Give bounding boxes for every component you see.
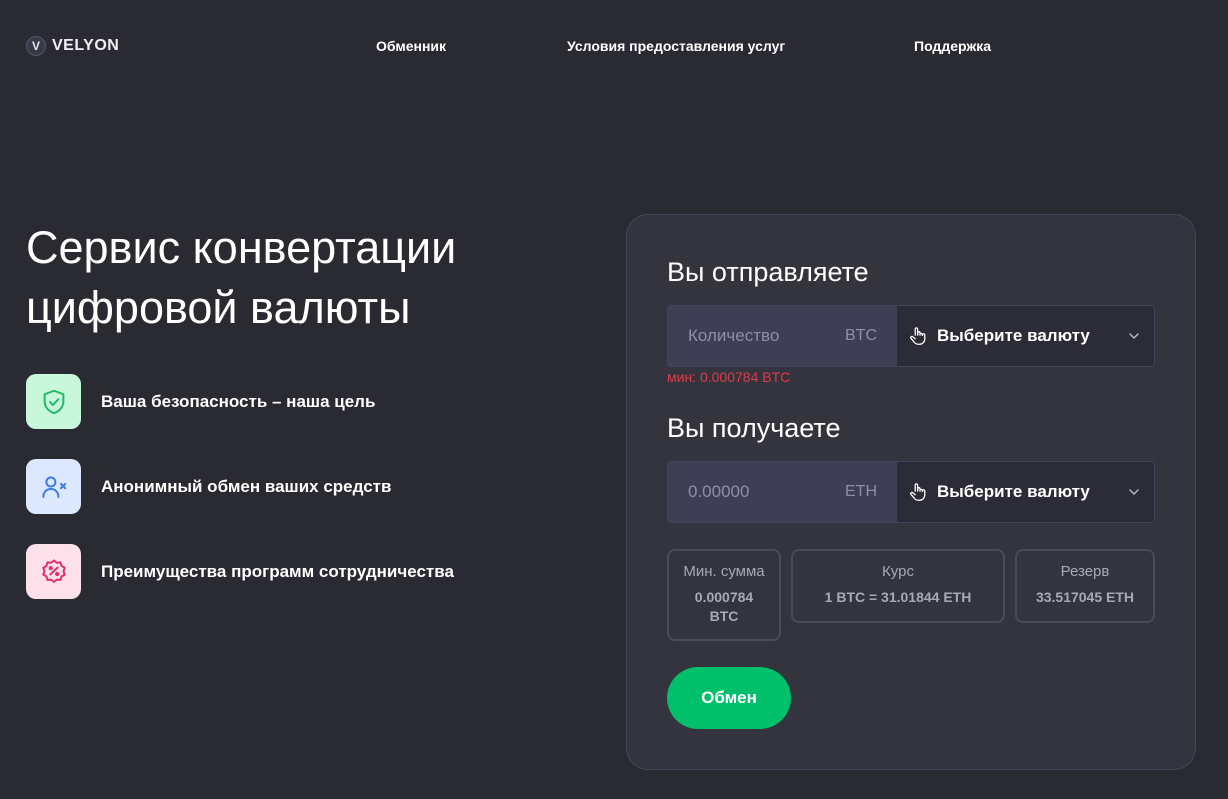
hero-title: Сервис конвертации цифровой валюты [26,218,586,338]
nav-terms[interactable]: Условия предоставления услуг [567,38,785,54]
send-field: Количество BTC Выберите валюту [667,305,1155,367]
min-sum-box: Мин. сумма 0.000784 BTC [667,549,781,641]
logo-mark-icon: V [26,36,46,56]
receive-ticker: ETH [845,483,877,500]
nav-exchanger[interactable]: Обменник [376,38,446,54]
nav-support[interactable]: Поддержка [914,38,991,54]
logo[interactable]: V VELYON [26,36,119,56]
feature-text: Преимущества программ сотрудничества [101,561,454,581]
rate-value: 1 BTC = 31.01844 ETH [824,589,972,605]
receive-title: Вы получаете [667,413,841,443]
send-title: Вы отправляете [667,257,869,287]
send-currency-select[interactable]: Выберите валюту [897,306,1154,366]
min-sum-value: 0.000784 BTC [669,588,779,626]
hand-pointer-icon [907,325,929,347]
send-ticker: BTC [845,327,877,344]
send-amount-placeholder: Количество [688,326,780,345]
min-amount-note: мин: 0.000784 BTC [667,369,791,385]
exchange-card: Вы отправляете Количество BTC Выберите в… [626,214,1196,770]
send-amount-input[interactable]: Количество BTC [668,306,897,366]
min-sum-value-line2: BTC [709,608,739,624]
rate-label: Курс [882,563,914,580]
feature-text: Ваша безопасность – наша цель [101,391,376,411]
receive-amount-value: 0.00000 [688,482,750,501]
reserve-box: Резерв 33.517045 ETH [1015,549,1155,623]
feature-anonymous: Анонимный обмен ваших средств [26,459,391,514]
feature-security: Ваша безопасность – наша цель [26,374,375,429]
chevron-down-icon [1128,486,1140,498]
reserve-label: Резерв [1060,563,1110,580]
exchange-button[interactable]: Обмен [667,667,791,729]
shield-check-icon [26,374,81,429]
send-select-label: Выберите валюту [937,326,1090,345]
logo-text: VELYON [52,37,120,54]
hero-title-line1: Сервис конвертации [26,222,457,273]
discount-badge-icon [26,544,81,599]
reserve-value: 33.517045 ETH [1035,589,1135,605]
user-x-icon [26,459,81,514]
rate-box: Курс 1 BTC = 31.01844 ETH [791,549,1005,623]
page: V VELYON Обменник Условия предоставления… [0,0,1228,799]
min-sum-label: Мин. сумма [683,563,765,580]
receive-field: 0.00000 ETH Выберите валюту [667,461,1155,523]
receive-amount-input[interactable]: 0.00000 ETH [668,462,897,522]
chevron-down-icon [1128,330,1140,342]
feature-text: Анонимный обмен ваших средств [101,476,392,496]
hand-pointer-icon [907,481,929,503]
hero-title-line2: цифровой валюты [26,282,411,333]
min-sum-value-line1: 0.000784 [694,589,754,605]
receive-select-label: Выберите валюту [937,482,1090,501]
receive-currency-select[interactable]: Выберите валюту [897,462,1154,522]
feature-partnership: Преимущества программ сотрудничества [26,544,454,599]
